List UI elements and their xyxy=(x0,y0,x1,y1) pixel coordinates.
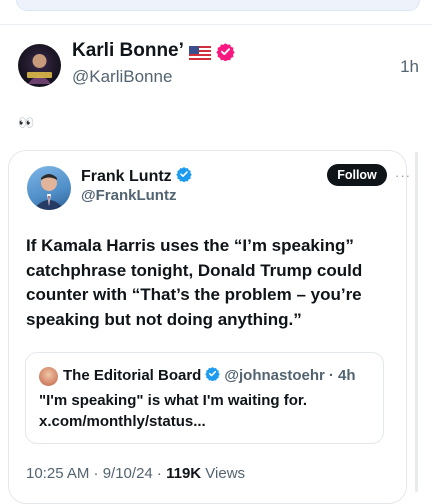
nested-quote-header: The Editorial Board @johnastoehr · 4h xyxy=(63,366,356,385)
quoted-author-name[interactable]: Frank Luntz xyxy=(81,168,172,186)
quoted-author-name-row[interactable]: Frank Luntz xyxy=(81,166,192,187)
verified-badge-icon xyxy=(175,166,192,187)
nested-author-name[interactable]: The Editorial Board xyxy=(63,367,201,384)
follow-button[interactable]: Follow xyxy=(327,164,387,186)
verified-badge-icon xyxy=(205,366,221,385)
us-flag-icon xyxy=(188,44,211,60)
quoted-author-handle[interactable]: @FrankLuntz xyxy=(81,187,176,204)
post-timestamp[interactable]: 10:25 AM · 9/10/24 · xyxy=(26,465,166,482)
views-label: Views xyxy=(201,465,246,482)
views-count: 119K xyxy=(166,465,202,482)
nested-author-avatar[interactable] xyxy=(39,367,58,386)
post-text: 👀 xyxy=(18,115,34,130)
author-name[interactable]: Karli Bonne’ xyxy=(72,40,184,62)
quoted-post-text: If Kamala Harris uses the “I’m speaking”… xyxy=(26,236,363,329)
divider xyxy=(0,24,432,25)
more-options-icon[interactable]: ··· xyxy=(395,168,411,183)
verified-badge-icon xyxy=(216,42,235,62)
post-meta: 10:25 AM · 9/10/24 · 119K Views xyxy=(26,465,245,482)
author-name-row[interactable]: Karli Bonne’ xyxy=(72,40,235,62)
nested-time: · 4h xyxy=(328,367,356,384)
scrollbar[interactable] xyxy=(415,152,418,492)
post-time[interactable]: 1h xyxy=(400,57,419,77)
avatar[interactable] xyxy=(18,44,61,87)
author-handle[interactable]: @KarliBonne xyxy=(72,67,172,87)
quoted-author-avatar[interactable] xyxy=(27,166,71,210)
previous-post-edge xyxy=(16,0,420,11)
nested-quote-text: "I'm speaking" is what I'm waiting for. … xyxy=(39,392,308,430)
nested-author-handle[interactable]: @johnastoehr xyxy=(224,367,324,384)
